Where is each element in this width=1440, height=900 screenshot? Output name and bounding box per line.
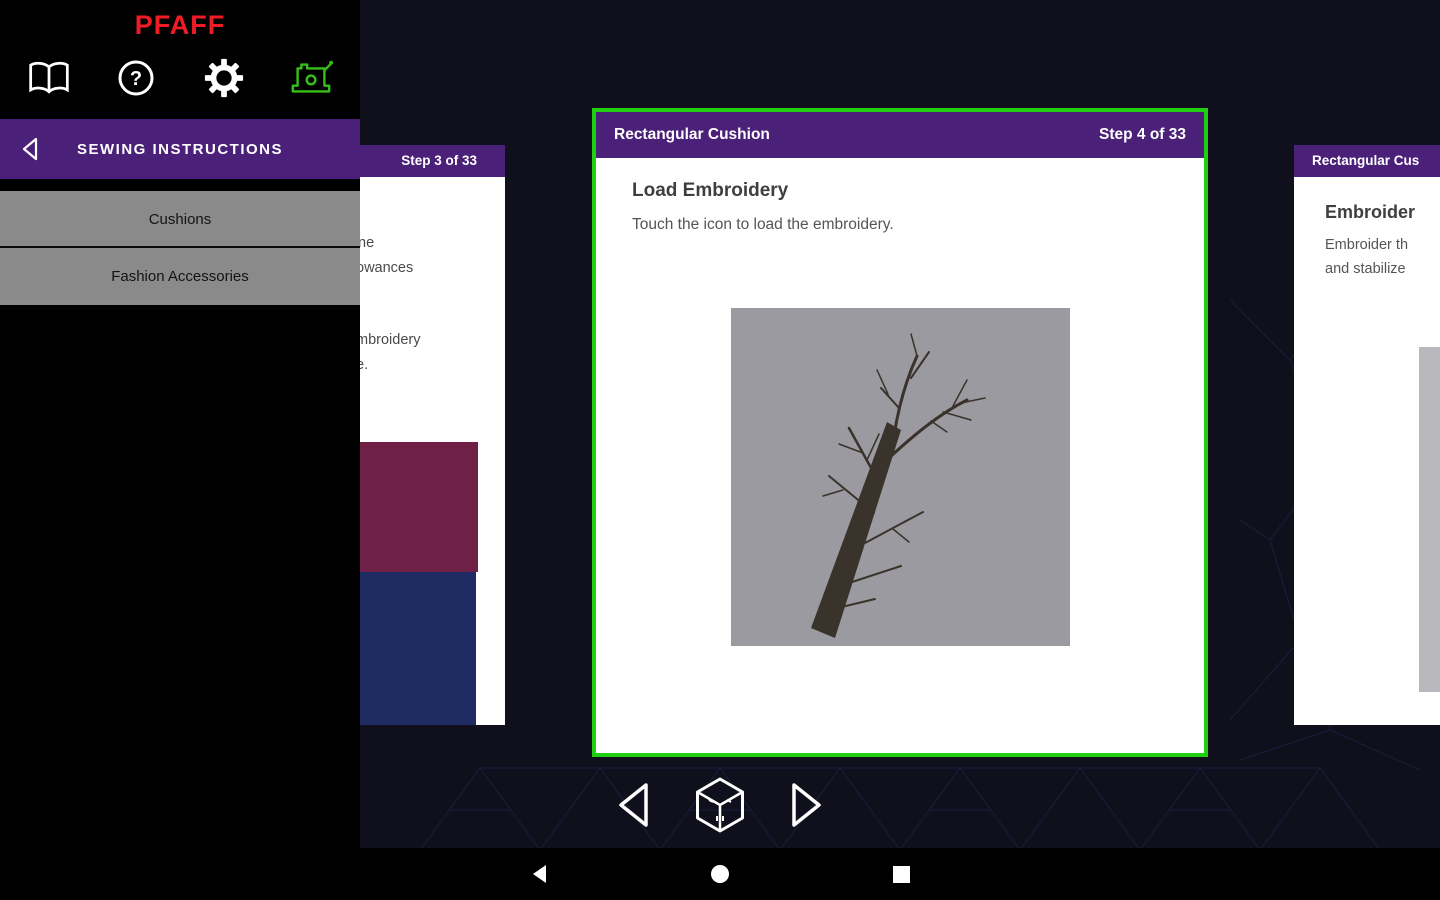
3d-view-button[interactable]	[691, 776, 749, 834]
text-fragment: owances	[356, 260, 414, 276]
cushion-image-partial-bottom	[348, 572, 476, 725]
android-home-icon	[711, 865, 729, 883]
sewing-instructions-header[interactable]: SEWING INSTRUCTIONS	[0, 119, 360, 179]
previous-step-label: Step 3 of 33	[401, 153, 477, 168]
category-menu: Cushions Fashion Accessories	[0, 191, 360, 305]
back-arrow-icon[interactable]	[20, 137, 40, 161]
android-back-button[interactable]	[520, 848, 560, 900]
gear-icon	[204, 58, 243, 98]
next-step-button[interactable]	[787, 779, 827, 831]
current-step-body: Load Embroidery Touch the icon to load t…	[596, 158, 1204, 753]
step-navigation	[613, 776, 827, 834]
help-button[interactable]: ?	[113, 55, 159, 101]
current-step-header: Rectangular Cushion Step 4 of 33	[596, 112, 1204, 158]
pfaff-logo: PFAFF	[134, 10, 226, 40]
android-navbar	[0, 848, 1440, 900]
current-step-card: Rectangular Cushion Step 4 of 33 Load Em…	[592, 108, 1208, 757]
book-icon	[29, 61, 69, 94]
text-fragment: ne	[358, 235, 375, 251]
sewing-machine-button[interactable]	[288, 55, 334, 101]
sidebar: PFAFF ? SEWING INSTRUCTIONS Cushions Fas…	[0, 0, 360, 848]
android-recents-button[interactable]	[881, 848, 921, 900]
sewing-machine-icon	[291, 60, 334, 93]
help-icon: ?	[118, 60, 154, 96]
step-instruction-line: and stabilize	[1325, 261, 1406, 277]
step-image-partial	[1419, 347, 1440, 692]
current-step-label: Step 4 of 33	[1099, 126, 1186, 143]
embroidery-design-image[interactable]	[731, 308, 1070, 646]
manual-button[interactable]	[26, 55, 72, 101]
previous-step-button[interactable]	[613, 779, 653, 831]
settings-button[interactable]	[201, 55, 247, 101]
page-title: SEWING INSTRUCTIONS	[76, 140, 283, 158]
svg-text:?: ?	[130, 68, 142, 90]
step-heading: Embroider	[1325, 202, 1416, 222]
next-step-card[interactable]: Rectangular Cus Embroider Embroider th a…	[1294, 145, 1440, 725]
step-instruction: Touch the icon to load the embroidery.	[632, 216, 894, 233]
cushion-image-partial	[348, 442, 478, 572]
menu-item-cushions[interactable]: Cushions	[0, 191, 360, 248]
cube-icon	[696, 777, 744, 833]
branch-illustration	[811, 333, 986, 638]
next-step-header: Rectangular Cus	[1294, 145, 1440, 177]
project-title-truncated: Rectangular Cus	[1312, 153, 1420, 168]
sidebar-icon-row: ?	[0, 55, 360, 101]
text-fragment: mbroidery	[356, 332, 421, 348]
step-instruction-line: Embroider th	[1325, 237, 1409, 253]
android-back-icon	[533, 865, 546, 883]
android-home-button[interactable]	[700, 848, 740, 900]
previous-arrow-icon	[619, 783, 648, 827]
android-recents-icon	[892, 865, 910, 883]
project-title: Rectangular Cushion	[614, 126, 770, 143]
next-step-body: Embroider Embroider th and stabilize	[1294, 177, 1440, 725]
step-heading: Load Embroidery	[632, 180, 789, 201]
next-arrow-icon	[792, 783, 821, 827]
menu-item-fashion-accessories[interactable]: Fashion Accessories	[0, 248, 360, 305]
